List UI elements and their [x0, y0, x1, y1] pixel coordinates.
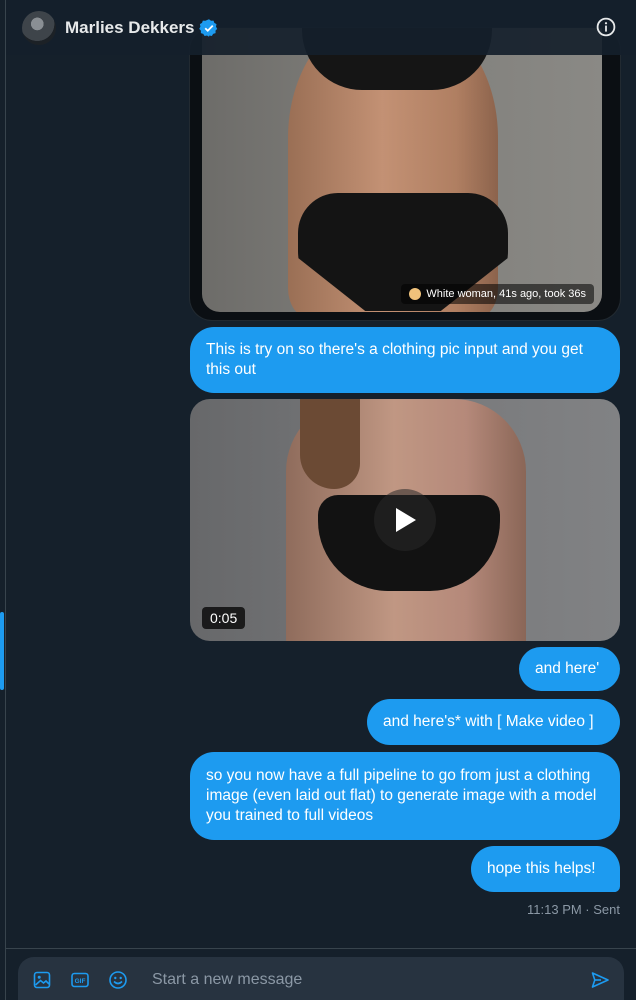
emoji-icon[interactable]: [108, 970, 128, 990]
message-text: and here': [535, 660, 600, 677]
play-button[interactable]: [374, 489, 436, 551]
message-bubble[interactable]: so you now have a full pipeline to go fr…: [190, 752, 620, 840]
message-bubble[interactable]: hope this helps!: [471, 846, 620, 892]
message-bubble[interactable]: This is try on so there's a clothing pic…: [190, 327, 620, 393]
message-text: This is try on so there's a clothing pic…: [206, 341, 583, 378]
message-bubble[interactable]: and here': [519, 647, 620, 691]
person-emoji-icon: [409, 288, 422, 300]
message-text: and here's* with [ Make video ]: [383, 713, 594, 730]
svg-text:GIF: GIF: [75, 978, 86, 985]
composer-box: GIF: [18, 957, 624, 1000]
media-icon[interactable]: [32, 970, 52, 990]
message-status: 11:13 PM · Sent: [527, 902, 620, 917]
message-input[interactable]: [152, 969, 562, 991]
gif-icon[interactable]: GIF: [70, 970, 90, 990]
left-rail: [0, 0, 6, 1000]
avatar[interactable]: [22, 10, 56, 45]
message-composer: GIF: [6, 948, 636, 1000]
image-caption: White woman, 41s ago, took 36s: [401, 284, 594, 304]
video-message[interactable]: 0:05: [190, 399, 620, 641]
video-duration: 0:05: [202, 607, 246, 629]
image-message[interactable]: White woman, 41s ago, took 36s: [190, 28, 620, 320]
verified-badge-icon: [199, 18, 219, 38]
scroll-indicator: [0, 612, 4, 690]
message-text: hope this helps!: [487, 860, 596, 877]
send-icon[interactable]: [590, 970, 610, 990]
contact-name[interactable]: Marlies Dekkers: [65, 18, 194, 38]
image-caption-text: White woman, 41s ago, took 36s: [426, 288, 586, 300]
lingerie-photo: White woman, 41s ago, took 36s: [202, 28, 602, 312]
message-bubble[interactable]: and here's* with [ Make video ]: [367, 699, 620, 745]
conversation-header: Marlies Dekkers: [6, 0, 636, 55]
message-text: so you now have a full pipeline to go fr…: [206, 767, 597, 824]
info-icon[interactable]: [596, 17, 616, 37]
